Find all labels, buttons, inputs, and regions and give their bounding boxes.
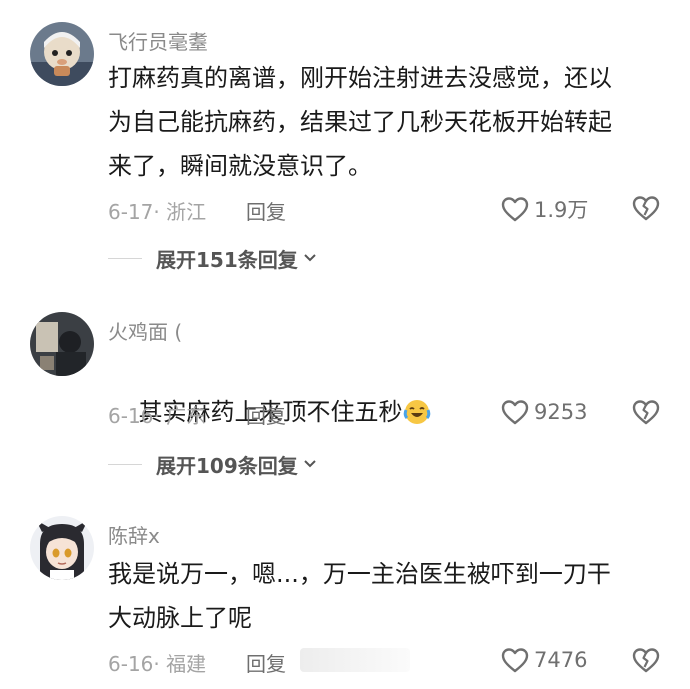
avatar[interactable] — [30, 312, 94, 376]
crying-laughing-emoji — [403, 396, 431, 424]
chevron-down-icon — [298, 455, 318, 475]
divider — [108, 464, 142, 465]
like-button[interactable]: 7476 — [500, 646, 587, 674]
username[interactable]: 陈辞x — [108, 520, 160, 549]
expand-replies-label: 展开109条回复 — [156, 454, 298, 478]
username[interactable]: 飞行员毫耋 — [108, 26, 208, 55]
dislike-button[interactable] — [631, 194, 661, 222]
expand-replies-label: 展开151条回复 — [156, 248, 298, 272]
heart-outline-icon — [500, 195, 530, 223]
reply-button[interactable]: 回复 — [246, 648, 286, 677]
reply-button[interactable]: 回复 — [246, 196, 286, 225]
reply-button[interactable]: 回复 — [246, 400, 286, 429]
comment-meta: 6-16· 福建 — [108, 652, 207, 676]
avatar[interactable] — [30, 516, 94, 580]
avatar[interactable] — [30, 22, 94, 86]
broken-heart-icon — [631, 398, 661, 426]
like-button[interactable]: 9253 — [500, 398, 587, 426]
expand-replies[interactable]: 展开109条回复 — [108, 450, 318, 479]
like-count: 7476 — [534, 648, 588, 672]
like-button[interactable]: 1.9万 — [500, 194, 588, 224]
comment-text: 打麻药真的离谱，刚开始注射进去没感觉，还以 为自己能抗麻药，结果过了几秒天花板开… — [108, 64, 612, 180]
divider — [108, 258, 142, 259]
watermark — [300, 648, 410, 672]
comment-location: 浙江 — [166, 200, 207, 224]
dislike-button[interactable] — [631, 646, 661, 674]
chevron-down-icon — [298, 249, 318, 269]
broken-heart-icon — [631, 194, 661, 222]
heart-outline-icon — [500, 646, 530, 674]
like-count: 9253 — [534, 400, 588, 424]
like-count: 1.9万 — [534, 198, 589, 222]
comment-meta: 6-17· 浙江 — [108, 200, 207, 224]
comment-location: 广东 — [166, 404, 207, 428]
heart-outline-icon — [500, 398, 530, 426]
comment-location: 福建 — [166, 652, 207, 676]
expand-replies[interactable]: 展开151条回复 — [108, 244, 318, 273]
comment-meta: 6-16· 广东 — [108, 404, 207, 428]
comment-date: 6-16 — [108, 404, 154, 428]
dislike-button[interactable] — [631, 398, 661, 426]
username[interactable]: 火鸡面 ( — [108, 316, 182, 345]
comment-date: 6-17 — [108, 200, 154, 224]
comment-date: 6-16 — [108, 652, 154, 676]
comment-text: 我是说万一，嗯...，万一主治医生被吓到一刀干 大动脉上了呢 — [108, 560, 611, 632]
broken-heart-icon — [631, 646, 661, 674]
